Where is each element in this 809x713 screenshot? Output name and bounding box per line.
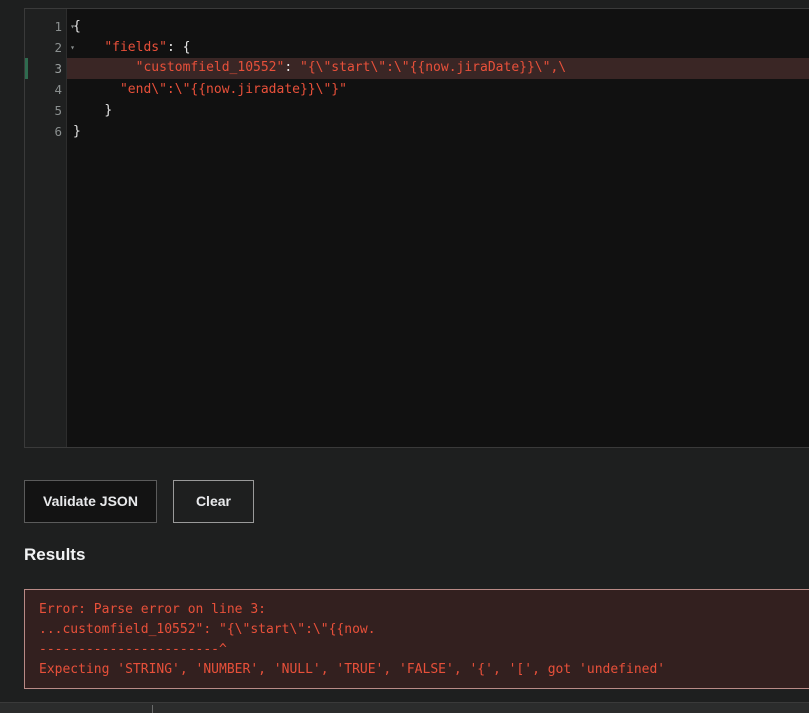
code-line[interactable]: { <box>67 16 809 37</box>
code-line[interactable]: } <box>67 100 809 121</box>
code-token <box>73 60 136 75</box>
code-line[interactable]: "fields": { <box>67 37 809 58</box>
line-number-text: 4 <box>54 82 62 97</box>
bottom-strip <box>0 703 809 713</box>
code-token <box>73 82 120 97</box>
code-token: } <box>73 124 81 139</box>
code-token: { <box>73 19 81 34</box>
code-line[interactable]: "end\":\"{{now.jiradate}}\"}" <box>67 79 809 100</box>
clear-button[interactable]: Clear <box>173 480 254 523</box>
code-token: "fields" <box>104 40 167 55</box>
results-heading: Results <box>24 545 85 565</box>
error-message-line: Expecting 'STRING', 'NUMBER', 'NULL', 'T… <box>39 660 795 680</box>
editor-actions: Validate JSON Clear <box>24 480 254 523</box>
line-number-text: 5 <box>54 103 62 118</box>
line-number-text: 3 <box>54 61 62 76</box>
gutter-line-number[interactable]: 2 ▾ <box>25 37 66 58</box>
error-message-line: Error: Parse error on line 3: <box>39 600 795 620</box>
error-message-line: -----------------------^ <box>39 640 795 660</box>
code-token: } <box>104 103 112 118</box>
validation-error-box: Error: Parse error on line 3:...customfi… <box>24 589 809 689</box>
code-line[interactable]: } <box>67 121 809 142</box>
code-token: "end\":\"{{now.jiradate}}\"}" <box>120 82 347 97</box>
code-token: "{\"start\":\"{{now.jiraDate}}\",\ <box>300 60 566 75</box>
code-line[interactable]: "customfield_10552": "{\"start\":\"{{now… <box>67 58 809 79</box>
gutter-line-number[interactable]: 4 <box>25 79 66 100</box>
gutter-line-number[interactable]: 3 <box>25 58 66 79</box>
gutter-line-number[interactable]: 5 <box>25 100 66 121</box>
bottom-tick-mark <box>152 705 153 713</box>
error-message-line: ...customfield_10552": "{\"start\":\"{{n… <box>39 620 795 640</box>
editor-gutter: 1 ▾ 2 ▾ 3 4 5 6 <box>25 9 67 447</box>
line-number-text: 1 <box>54 19 62 34</box>
gutter-line-number[interactable]: 1 ▾ <box>25 16 66 37</box>
code-token <box>73 103 104 118</box>
code-token: "customfield_10552" <box>136 60 285 75</box>
validate-json-button[interactable]: Validate JSON <box>24 480 157 523</box>
code-token: : <box>284 60 300 75</box>
editor-code-area[interactable]: { "fields": { "customfield_10552": "{\"s… <box>67 9 809 447</box>
code-token: : { <box>167 40 190 55</box>
line-number-text: 2 <box>54 40 62 55</box>
gutter-line-number[interactable]: 6 <box>25 121 66 142</box>
line-number-text: 6 <box>54 124 62 139</box>
code-token <box>73 40 104 55</box>
json-editor[interactable]: 1 ▾ 2 ▾ 3 4 5 6 { "fields": { "customfie… <box>24 8 809 448</box>
